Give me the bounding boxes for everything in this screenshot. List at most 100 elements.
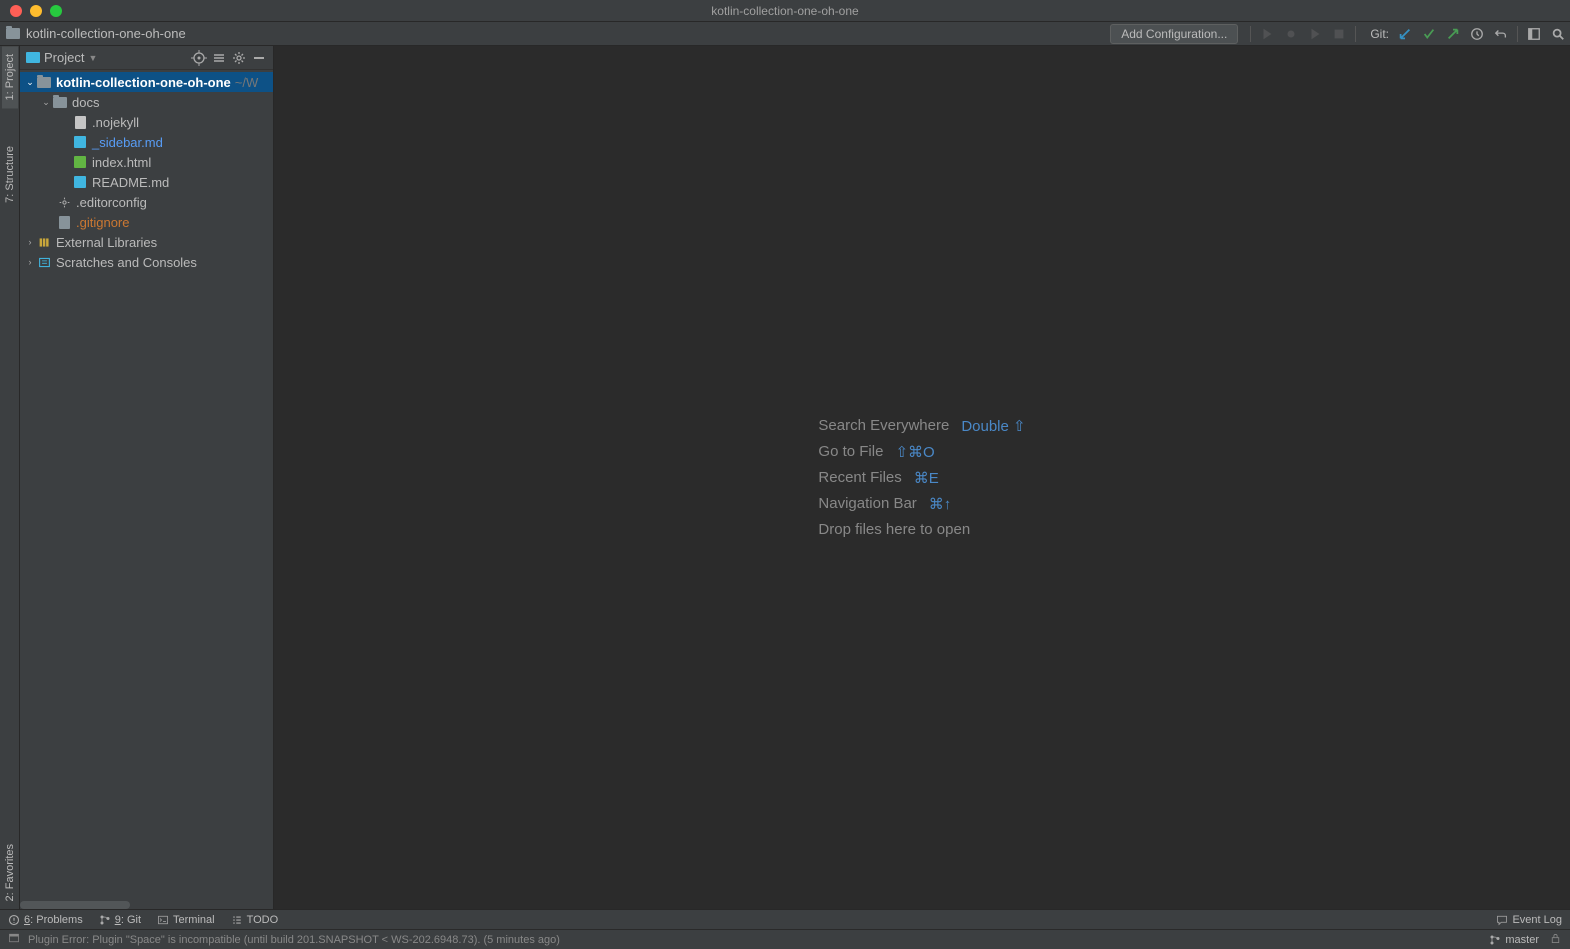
folder-icon [37, 77, 51, 88]
chevron-down-icon[interactable]: ▼ [88, 53, 97, 63]
separator [1250, 26, 1251, 42]
locate-icon[interactable] [191, 50, 207, 66]
editor-area[interactable]: Search Everywhere Double ⇧ Go to File ⇧⌘… [274, 46, 1570, 909]
project-view-label[interactable]: Project [44, 50, 84, 65]
stop-icon[interactable] [1331, 26, 1347, 42]
git-push-icon[interactable] [1445, 26, 1461, 42]
collapse-all-icon[interactable] [211, 50, 227, 66]
add-configuration-button[interactable]: Add Configuration... [1110, 24, 1238, 44]
ide-structure-icon[interactable] [1526, 26, 1542, 42]
tree-file-readme-md[interactable]: README.md [20, 172, 273, 192]
git-update-icon[interactable] [1397, 26, 1413, 42]
left-gutter: 1: Project 7: Structure 2: Favorites [0, 46, 20, 909]
rollback-icon[interactable] [1493, 26, 1509, 42]
window-minimize-button[interactable] [30, 5, 42, 17]
chevron-right-icon[interactable]: › [24, 257, 36, 267]
status-window-icon[interactable] [8, 932, 20, 947]
tree-item-label: .editorconfig [76, 195, 147, 210]
window-titlebar: kotlin-collection-one-oh-one [0, 0, 1570, 22]
window-title: kotlin-collection-one-oh-one [711, 4, 858, 18]
tip-search-everywhere-shortcut: Double ⇧ [961, 417, 1025, 435]
tip-nav-bar-label: Navigation Bar [818, 495, 916, 513]
window-close-button[interactable] [10, 5, 22, 17]
gear-icon[interactable] [231, 50, 247, 66]
hide-icon[interactable] [251, 50, 267, 66]
editor-empty-tips: Search Everywhere Double ⇧ Go to File ⇧⌘… [818, 409, 1025, 546]
tree-file-gitignore[interactable]: .gitignore [20, 212, 273, 232]
sidebar-tab-project[interactable]: 1: Project [2, 46, 18, 108]
file-icon [59, 216, 70, 229]
html-icon [74, 156, 86, 168]
git-branch-widget[interactable]: master [1489, 934, 1539, 946]
tool-tab-event-log[interactable]: Event Log [1496, 914, 1562, 926]
project-tree[interactable]: ⌄ kotlin-collection-one-oh-one ~/W ⌄ doc… [20, 70, 273, 909]
tree-item-label: _sidebar.md [92, 135, 163, 150]
tab-label: Terminal [173, 914, 215, 926]
tree-item-label: .nojekyll [92, 115, 139, 130]
debug-icon[interactable] [1283, 26, 1299, 42]
list-icon [231, 914, 243, 926]
separator [1517, 26, 1518, 42]
branch-icon [99, 914, 111, 926]
tree-file-editorconfig[interactable]: .editorconfig [20, 192, 273, 212]
search-icon[interactable] [1550, 26, 1566, 42]
branch-icon [1489, 934, 1501, 946]
run-icon[interactable] [1259, 26, 1275, 42]
history-icon[interactable] [1469, 26, 1485, 42]
status-message[interactable]: Plugin Error: Plugin "Space" is incompat… [28, 934, 560, 946]
tree-item-label: External Libraries [56, 235, 157, 250]
tree-external-libraries[interactable]: › External Libraries [20, 232, 273, 252]
horizontal-scrollbar[interactable] [20, 901, 130, 909]
folder-icon [53, 97, 67, 108]
library-icon [36, 234, 52, 250]
terminal-icon [157, 914, 169, 926]
chevron-right-icon[interactable]: › [24, 237, 36, 247]
chevron-down-icon[interactable]: ⌄ [40, 97, 52, 108]
bottom-tool-tabs: 66: Problems: Problems 9: Git Terminal T… [0, 909, 1570, 929]
project-tool-header: Project ▼ [20, 46, 273, 70]
git-commit-icon[interactable] [1421, 26, 1437, 42]
tool-tab-git[interactable]: 9: Git [99, 914, 141, 926]
tree-root-path: ~/W [235, 75, 258, 90]
project-icon [26, 52, 40, 63]
tip-go-to-file-label: Go to File [818, 443, 883, 461]
scratch-icon [36, 254, 52, 270]
gear-icon [56, 194, 72, 210]
tree-scratches[interactable]: › Scratches and Consoles [20, 252, 273, 272]
status-bar: Plugin Error: Plugin "Space" is incompat… [0, 929, 1570, 949]
tool-tab-problems[interactable]: 66: Problems: Problems [8, 914, 83, 926]
speech-bubble-icon [1496, 914, 1508, 926]
tip-recent-files-shortcut: ⌘E [914, 469, 939, 487]
tree-item-label: README.md [92, 175, 169, 190]
tree-root-label: kotlin-collection-one-oh-one [56, 75, 231, 90]
warning-icon [8, 914, 20, 926]
file-icon [75, 116, 86, 129]
tree-root[interactable]: ⌄ kotlin-collection-one-oh-one ~/W [20, 72, 273, 92]
markdown-icon [74, 176, 86, 188]
tab-label: TODO [247, 914, 279, 926]
tree-file-sidebar-md[interactable]: _sidebar.md [20, 132, 273, 152]
sidebar-tab-structure[interactable]: 7: Structure [2, 138, 18, 211]
tree-item-label: Scratches and Consoles [56, 255, 197, 270]
window-maximize-button[interactable] [50, 5, 62, 17]
markdown-icon [74, 136, 86, 148]
navigation-bar: kotlin-collection-one-oh-one Add Configu… [0, 22, 1570, 46]
tree-file-nojekyll[interactable]: .nojekyll [20, 112, 273, 132]
tool-tab-todo[interactable]: TODO [231, 914, 279, 926]
run-coverage-icon[interactable] [1307, 26, 1323, 42]
tree-item-label: .gitignore [76, 215, 129, 230]
folder-icon [6, 28, 20, 39]
lock-icon[interactable] [1549, 932, 1562, 948]
sidebar-tab-favorites[interactable]: 2: Favorites [2, 836, 18, 909]
separator [1355, 26, 1356, 42]
tree-file-index-html[interactable]: index.html [20, 152, 273, 172]
chevron-down-icon[interactable]: ⌄ [24, 77, 36, 88]
tip-recent-files-label: Recent Files [818, 469, 901, 487]
tab-label: Event Log [1512, 914, 1562, 926]
breadcrumb[interactable]: kotlin-collection-one-oh-one [26, 26, 186, 41]
git-label: Git: [1370, 27, 1389, 41]
tree-item-label: index.html [92, 155, 151, 170]
tip-search-everywhere-label: Search Everywhere [818, 417, 949, 435]
tree-folder-docs[interactable]: ⌄ docs [20, 92, 273, 112]
tool-tab-terminal[interactable]: Terminal [157, 914, 215, 926]
